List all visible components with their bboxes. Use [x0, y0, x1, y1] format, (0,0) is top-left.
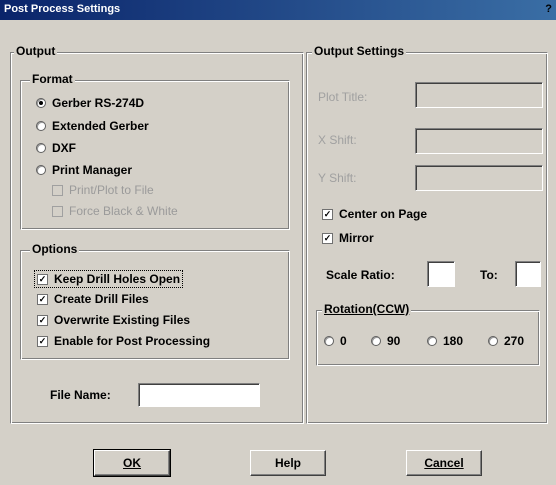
radio-label: 270 [504, 334, 525, 348]
create-drill-files-checkbox[interactable]: ✓ Create Drill Files [37, 292, 149, 306]
check-icon: ✓ [37, 273, 48, 285]
mirror-checkbox[interactable]: ✓ Mirror [322, 231, 374, 245]
scale-ratio-label: Scale Ratio: [326, 268, 395, 282]
radio-label: DXF [52, 141, 76, 155]
checkbox-label: Center on Page [339, 207, 428, 221]
checkbox-label: Overwrite Existing Files [54, 313, 191, 327]
radio-icon [488, 336, 498, 346]
radio-icon [36, 98, 46, 108]
radio-icon [36, 121, 46, 131]
x-shift-label: X Shift: [318, 133, 357, 147]
checkbox-label: Force Black & White [69, 204, 178, 218]
scale-to-label: To: [480, 268, 498, 282]
print-plot-to-file-checkbox[interactable]: Print/Plot to File [52, 183, 154, 197]
y-shift-label: Y Shift: [318, 171, 357, 185]
rotation-radio-270[interactable]: 270 [488, 334, 524, 348]
radio-icon [36, 165, 46, 175]
y-shift-input[interactable] [415, 165, 543, 191]
checkbox-label: Create Drill Files [54, 292, 149, 306]
radio-label: 90 [387, 334, 401, 348]
keep-drill-holes-open-checkbox[interactable]: ✓ Keep Drill Holes Open [34, 270, 184, 288]
cancel-button[interactable]: Cancel [406, 450, 482, 476]
checkbox-label: Keep Drill Holes Open [54, 272, 181, 286]
check-icon: ✓ [37, 314, 48, 326]
options-group-label: Options [30, 242, 80, 256]
rotation-group-label: Rotation(CCW) [322, 302, 412, 316]
radio-icon [324, 336, 334, 346]
radio-label: Print Manager [52, 163, 133, 177]
rotation-radio-180[interactable]: 180 [427, 334, 463, 348]
cancel-button-label: Cancel [424, 456, 464, 470]
ok-button[interactable]: OK [93, 449, 171, 477]
output-group-label: Output [14, 44, 58, 58]
rotation-label-text: Rotation(CCW) [324, 302, 410, 316]
checkbox-label: Print/Plot to File [69, 183, 154, 197]
rotation-radio-0[interactable]: 0 [324, 334, 347, 348]
window-title: Post Process Settings [4, 3, 121, 15]
rotation-radio-90[interactable]: 90 [371, 334, 400, 348]
radio-icon [371, 336, 381, 346]
output-settings-label: Output Settings [312, 44, 406, 58]
checkbox-icon [52, 205, 63, 217]
check-icon: ✓ [37, 293, 48, 305]
help-button[interactable]: Help [250, 450, 326, 476]
help-button-label: Help [274, 456, 301, 470]
checkbox-label: Enable for Post Processing [54, 334, 211, 348]
x-shift-input[interactable] [415, 128, 543, 154]
ok-button-label: OK [123, 456, 141, 470]
check-icon: ✓ [322, 232, 333, 244]
checkbox-icon [52, 184, 63, 196]
force-black-white-checkbox[interactable]: Force Black & White [52, 204, 178, 218]
file-name-label: File Name: [50, 388, 111, 402]
format-radio-extended-gerber[interactable]: Extended Gerber [36, 119, 149, 133]
check-icon: ✓ [37, 335, 48, 347]
scale-ratio-input[interactable] [427, 261, 455, 287]
plot-title-input[interactable] [415, 82, 543, 108]
enable-post-processing-checkbox[interactable]: ✓ Enable for Post Processing [37, 334, 210, 348]
check-icon: ✓ [322, 208, 333, 220]
center-on-page-checkbox[interactable]: ✓ Center on Page [322, 207, 427, 221]
file-name-input[interactable] [138, 383, 260, 407]
help-icon[interactable]: ? [545, 3, 552, 15]
overwrite-existing-files-checkbox[interactable]: ✓ Overwrite Existing Files [37, 313, 190, 327]
scale-to-input[interactable] [515, 261, 541, 287]
radio-label: Extended Gerber [52, 119, 149, 133]
radio-label: 0 [340, 334, 347, 348]
checkbox-label: Mirror [339, 231, 374, 245]
radio-icon [427, 336, 437, 346]
plot-title-label: Plot Title: [318, 90, 368, 104]
format-group-label: Format [30, 72, 75, 86]
format-radio-dxf[interactable]: DXF [36, 141, 76, 155]
format-radio-gerber-rs274d[interactable]: Gerber RS-274D [36, 96, 144, 110]
radio-label: Gerber RS-274D [52, 96, 145, 110]
format-radio-print-manager[interactable]: Print Manager [36, 163, 132, 177]
title-bar: Post Process Settings ? [0, 0, 556, 20]
radio-label: 180 [443, 334, 464, 348]
radio-icon [36, 143, 46, 153]
